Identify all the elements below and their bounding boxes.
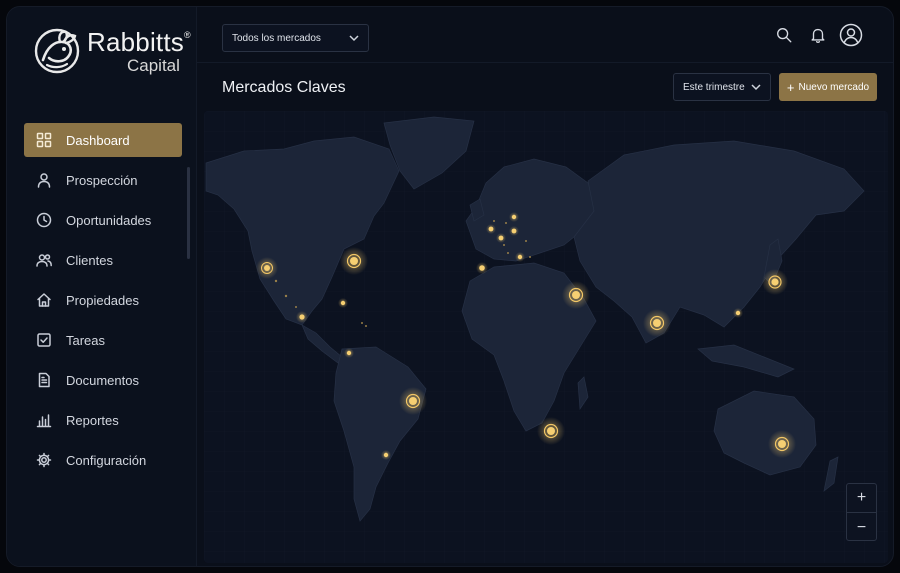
world-map-canvas — [204, 111, 888, 563]
marker-london[interactable] — [488, 226, 494, 232]
sidebar-item-label: Oportunidades — [66, 212, 152, 228]
marker-rome[interactable] — [517, 254, 523, 260]
sidebar-item-oportunidades[interactable]: Oportunidades — [24, 203, 182, 237]
marker-paris[interactable] — [498, 235, 504, 241]
brand-sub: Capital — [127, 55, 180, 75]
checkbox-icon — [36, 332, 52, 348]
marker-tokyo[interactable] — [771, 278, 779, 286]
sidebar-item-label: Tareas — [66, 332, 106, 348]
marker-miami[interactable] — [340, 300, 346, 306]
user-icon — [36, 172, 52, 188]
user-circle-icon[interactable] — [839, 23, 863, 47]
sidebar-item-label: Documentos — [66, 372, 139, 388]
sidebar-item-label: Clientes — [66, 252, 113, 268]
grid-icon — [36, 132, 52, 148]
brand-logo[interactable]: Rabbitts® Capital — [33, 27, 191, 75]
sidebar-item-dashboard[interactable]: Dashboard — [24, 123, 182, 157]
search-icon[interactable] — [775, 26, 793, 44]
chevron-down-icon — [349, 34, 359, 42]
sidebar-nav: Dashboard Prospección Oportunidades Clie… — [24, 123, 182, 483]
marker-bogota[interactable] — [346, 350, 352, 356]
marker-johannesburg[interactable] — [547, 427, 555, 435]
sidebar-item-label: Reportes — [66, 412, 119, 428]
brand-name: Rabbitts® — [87, 26, 191, 57]
app-window: Rabbitts® Capital Dashboard Prospección … — [6, 6, 894, 567]
world-map[interactable] — [204, 111, 888, 563]
sidebar-item-label: Configuración — [66, 452, 147, 468]
market-filter-value: Todos los mercados — [232, 32, 321, 44]
sidebar-item-label: Dashboard — [66, 132, 130, 148]
sidebar-scrollbar[interactable] — [187, 167, 190, 259]
marker-madrid[interactable] — [479, 265, 485, 271]
sidebar-item-propiedades[interactable]: Propiedades — [24, 283, 182, 317]
document-icon — [36, 372, 52, 388]
new-market-button[interactable]: + Nuevo mercado — [779, 73, 877, 101]
plus-icon: + — [786, 79, 795, 95]
period-filter-value: Este trimestre — [683, 81, 745, 93]
clock-icon — [36, 212, 52, 228]
zoom-in-button[interactable]: + — [847, 484, 876, 513]
marker-frankfurt[interactable] — [511, 228, 517, 234]
home-icon — [36, 292, 52, 308]
sidebar-item-prospeccion[interactable]: Prospección — [24, 163, 182, 197]
marker-shanghai[interactable] — [735, 310, 741, 316]
gear-icon — [36, 452, 52, 468]
marker-mexico-city[interactable] — [299, 314, 305, 320]
page-title: Mercados Claves — [222, 79, 346, 96]
new-market-label: Nuevo mercado — [798, 81, 870, 93]
marker-copenhagen[interactable] — [511, 214, 517, 220]
sidebar-item-label: Propiedades — [66, 292, 139, 308]
map-zoom-controls: + − — [846, 483, 877, 541]
marker-sao-paulo[interactable] — [409, 397, 417, 405]
marker-dubai[interactable] — [572, 291, 580, 299]
sidebar-item-configuracion[interactable]: Configuración — [24, 443, 182, 477]
zoom-out-button[interactable]: − — [847, 513, 876, 542]
market-filter-select[interactable]: Todos los mercados — [222, 24, 369, 52]
bar-chart-icon — [36, 412, 52, 428]
users-icon — [36, 252, 52, 268]
sidebar-item-label: Prospección — [66, 172, 138, 188]
marker-mumbai[interactable] — [653, 319, 661, 327]
period-filter-select[interactable]: Este trimestre — [673, 73, 771, 101]
marker-buenos-aires[interactable] — [383, 452, 389, 458]
sidebar: Rabbitts® Capital Dashboard Prospección … — [7, 7, 197, 566]
bell-icon[interactable] — [809, 26, 827, 44]
marker-sydney[interactable] — [778, 440, 786, 448]
top-bar: Todos los mercados — [197, 7, 893, 63]
rabbit-logo-icon — [34, 28, 80, 74]
chevron-down-icon — [751, 83, 761, 91]
sidebar-item-reportes[interactable]: Reportes — [24, 403, 182, 437]
marker-san-francisco[interactable] — [264, 265, 270, 271]
sidebar-item-clientes[interactable]: Clientes — [24, 243, 182, 277]
sidebar-item-tareas[interactable]: Tareas — [24, 323, 182, 357]
sidebar-item-documentos[interactable]: Documentos — [24, 363, 182, 397]
marker-new-york[interactable] — [350, 257, 358, 265]
